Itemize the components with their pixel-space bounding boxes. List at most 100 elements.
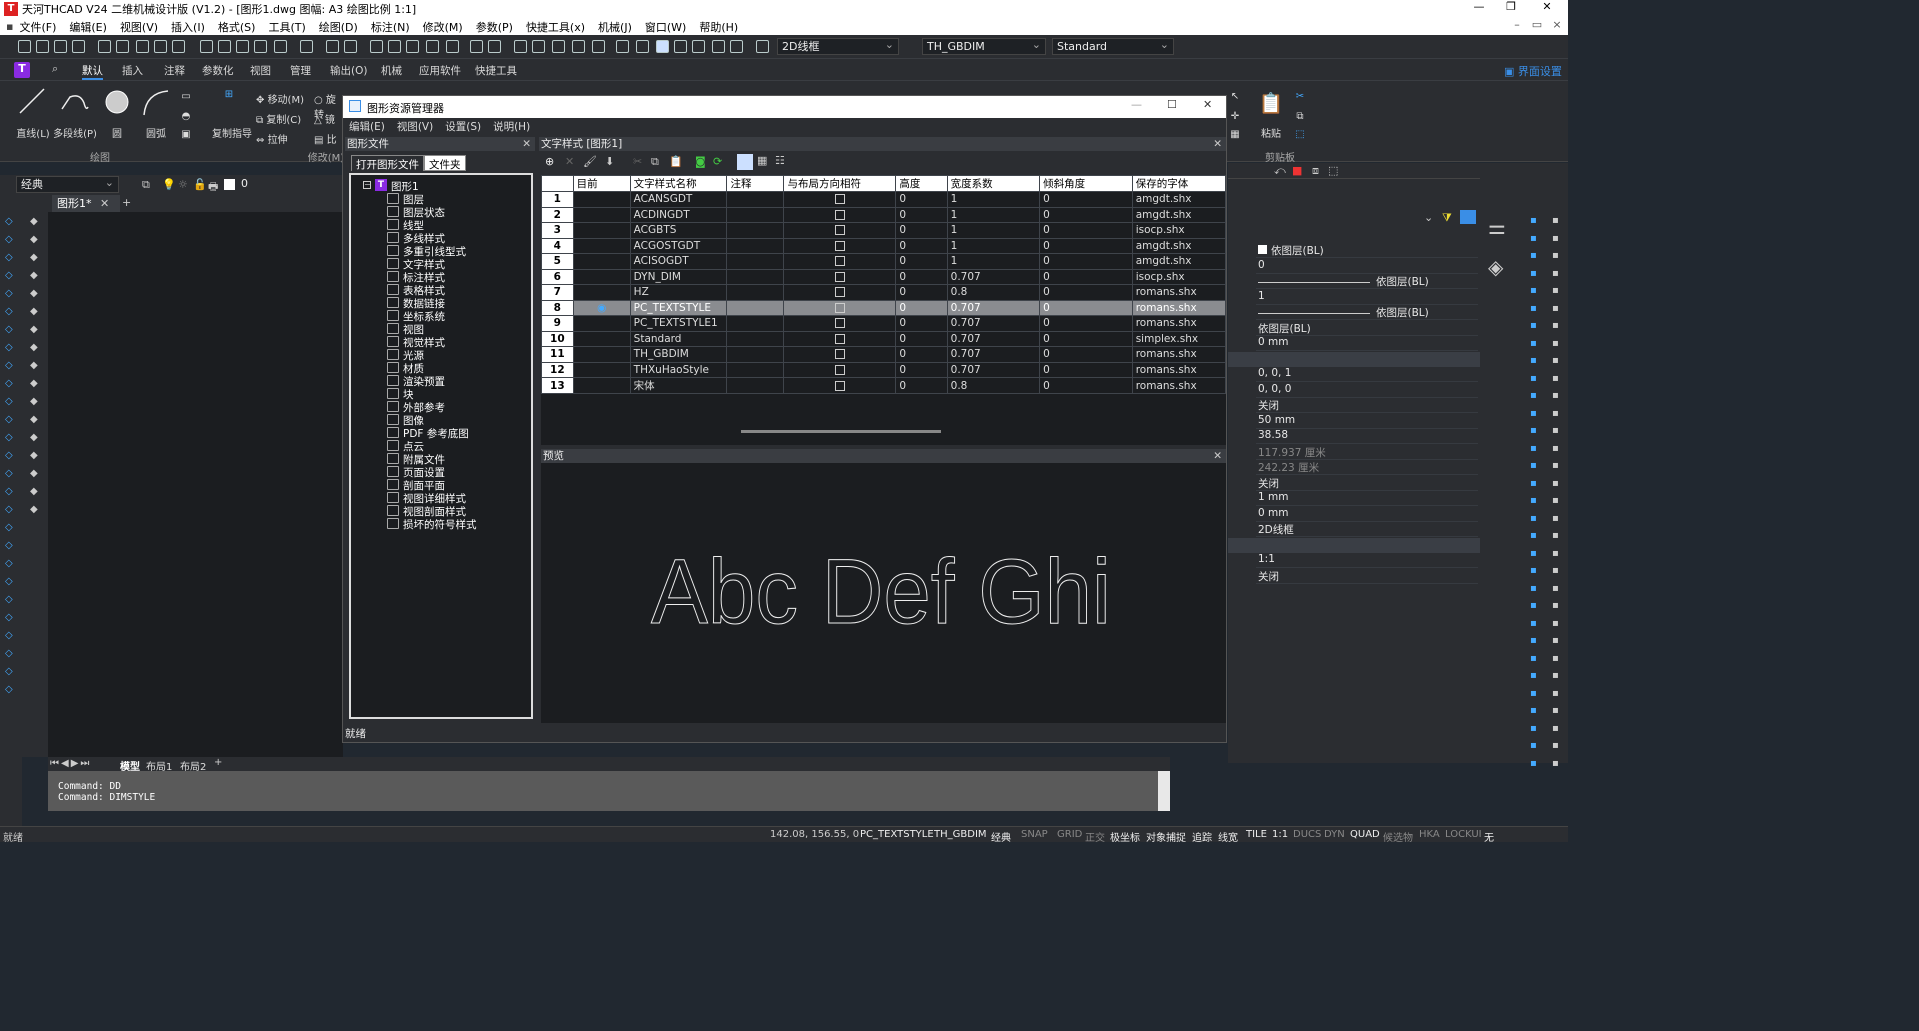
status-toggle[interactable]: 1:1 — [1272, 829, 1288, 840]
toolbar-icon[interactable] — [592, 40, 605, 53]
dialog-minimize-button[interactable]: — — [1131, 98, 1142, 111]
ribbon-tab[interactable]: 机械 — [381, 63, 402, 78]
property-value[interactable]: 依图层(BL) — [1256, 274, 1478, 289]
content-close-icon[interactable]: ✕ — [1213, 137, 1222, 151]
toolbar-icon[interactable] — [274, 40, 287, 53]
status-toggle[interactable]: DYN — [1324, 829, 1345, 840]
column-header[interactable]: 保存的字体 — [1131, 175, 1227, 192]
toolbar-icon[interactable] — [552, 40, 565, 53]
toolbar-icon[interactable] — [616, 40, 629, 53]
status-toggle[interactable]: TILE — [1246, 829, 1267, 840]
property-value[interactable]: 1:1 — [1256, 553, 1478, 568]
mirror-button[interactable]: △ 镜 — [314, 111, 344, 126]
status-toggle[interactable]: TH_GBDIM — [934, 829, 987, 840]
status-toggle[interactable]: DUCS — [1293, 829, 1321, 840]
status-toggle[interactable]: 极坐标 — [1110, 829, 1140, 844]
ribbon-tab[interactable]: 参数化 — [202, 63, 234, 78]
tool-palette-icon[interactable]: ▪ — [1530, 530, 1537, 541]
import-icon[interactable]: ⬇ — [605, 155, 614, 168]
draw-tool-icon[interactable]: ◇ — [5, 414, 13, 425]
draw-tool-icon[interactable]: ◇ — [5, 576, 13, 587]
tool-palette-icon[interactable]: ▪ — [1552, 548, 1559, 559]
menu-item[interactable]: 插入(I) — [171, 19, 205, 35]
new-tab-icon[interactable]: + — [122, 196, 131, 209]
menu-item[interactable]: 标注(N) — [371, 19, 410, 35]
tool-palette-icon[interactable]: ▪ — [1530, 425, 1537, 436]
modify-tool-icon[interactable]: ◆ — [30, 378, 38, 389]
ribbon-tab[interactable]: 管理 — [290, 63, 311, 78]
draw-tool-icon[interactable]: ◇ — [5, 468, 13, 479]
toolbar-icon[interactable] — [326, 40, 339, 53]
menu-item[interactable]: 编辑(E) — [69, 19, 107, 35]
property-value[interactable]: 依图层(BL) — [1256, 321, 1478, 336]
toolbar-icon[interactable] — [72, 40, 85, 53]
tool-palette-icon[interactable]: ▪ — [1552, 425, 1559, 436]
close-button[interactable]: ✕ — [1532, 0, 1562, 18]
tool-palette-icon[interactable]: ▪ — [1552, 688, 1559, 699]
copy-guide-button[interactable]: 复制指导 — [210, 125, 254, 140]
cut-style-icon[interactable]: ✂ — [633, 155, 642, 168]
text-style-combo[interactable]: Standard — [1052, 37, 1174, 55]
toolbar-icon[interactable] — [136, 40, 149, 53]
pane-close-icon[interactable]: ✕ — [522, 137, 531, 151]
delete-style-icon[interactable]: ✕ — [565, 155, 574, 168]
ribbon-tab[interactable]: 注释 — [164, 63, 185, 78]
draw-tool-icon[interactable]: ◇ — [5, 342, 13, 353]
menu-item[interactable]: 工具(T) — [268, 19, 305, 35]
drawing-canvas[interactable] — [48, 212, 343, 757]
column-header[interactable]: 与布局方向相符 — [783, 175, 897, 192]
draw-tool-icon[interactable]: ◇ — [5, 558, 13, 569]
draw-tool-icon[interactable]: ◇ — [5, 324, 13, 335]
zoom-window-icon[interactable]: ⧈ — [1312, 164, 1319, 178]
table-row[interactable]: 11 TH_GBDIM 0 0.707 0 romans.shx — [541, 346, 1227, 363]
bulb-icon[interactable]: 💡 — [162, 178, 176, 191]
undo-icon[interactable]: ⤺ — [1274, 164, 1286, 178]
draw-tool-icon[interactable]: ◇ — [5, 612, 13, 623]
brush-icon[interactable]: 🖌 — [583, 155, 597, 168]
toolbar-icon[interactable] — [636, 40, 649, 53]
tool-palette-icon[interactable]: ▪ — [1552, 670, 1559, 681]
table-row[interactable]: 6 DYN_DIM 0 0.707 0 isocp.shx — [541, 268, 1227, 285]
icon-view-icon[interactable]: ▦ — [757, 154, 767, 167]
tool-palette-icon[interactable]: ▪ — [1530, 723, 1537, 734]
toolbar-icon[interactable] — [756, 40, 769, 53]
tool-palette-icon[interactable]: ▪ — [1552, 390, 1559, 401]
list-view-icon[interactable] — [737, 154, 753, 170]
copy-style-icon[interactable]: ⧉ — [651, 155, 659, 169]
toolbar-icon[interactable] — [200, 40, 213, 53]
lock-icon[interactable]: 🔓 — [193, 178, 207, 191]
tool-palette-icon[interactable]: ▪ — [1552, 338, 1559, 349]
refresh-icon[interactable]: ⟳ — [713, 155, 722, 168]
tool-palette-icon[interactable]: ▪ — [1530, 495, 1537, 506]
property-value[interactable]: 关闭 — [1256, 569, 1478, 584]
scale-button[interactable]: ▤ 比 — [314, 131, 344, 146]
property-value[interactable]: 1 — [1256, 290, 1478, 305]
tool-palette-icon[interactable]: ▪ — [1552, 740, 1559, 751]
dialog-maximize-button[interactable]: ☐ — [1167, 98, 1177, 111]
tool-palette-icon[interactable]: ▪ — [1552, 758, 1559, 769]
draw-tool-icon[interactable]: ◇ — [5, 252, 13, 263]
match-orientation-checkbox[interactable] — [834, 240, 845, 251]
tool-palette-icon[interactable]: ▪ — [1530, 233, 1537, 244]
ribbon-tab[interactable]: 视图 — [250, 63, 271, 78]
draw-tool-icon[interactable]: ◇ — [5, 486, 13, 497]
property-value[interactable]: 1 mm — [1256, 491, 1478, 506]
tool-palette-icon[interactable]: ▪ — [1552, 373, 1559, 384]
new-style-icon[interactable]: ⊕ — [545, 155, 554, 168]
draw-tool-icon[interactable]: ◇ — [5, 504, 13, 515]
toolbar-icon[interactable] — [254, 40, 267, 53]
dialog-close-button[interactable]: ✕ — [1203, 98, 1212, 111]
modify-tool-icon[interactable]: ◆ — [30, 432, 38, 443]
column-header[interactable]: 倾斜角度 — [1039, 175, 1133, 192]
draw-tool-icon[interactable]: ◇ — [5, 270, 13, 281]
tool-palette-icon[interactable]: ▪ — [1552, 268, 1559, 279]
property-value[interactable]: 0 mm — [1256, 507, 1478, 522]
modify-tool-icon[interactable]: ◆ — [30, 234, 38, 245]
draw-tool-icon[interactable]: ◇ — [5, 432, 13, 443]
property-value[interactable]: 0, 0, 1 — [1256, 367, 1478, 382]
layers-panel-icon[interactable]: ◈ — [1488, 255, 1503, 279]
property-value[interactable]: 50 mm — [1256, 414, 1478, 429]
properties-panel-icon[interactable]: ⚌ — [1488, 215, 1506, 239]
tool-palette-icon[interactable]: ▪ — [1530, 285, 1537, 296]
toolbar-icon[interactable] — [236, 40, 249, 53]
